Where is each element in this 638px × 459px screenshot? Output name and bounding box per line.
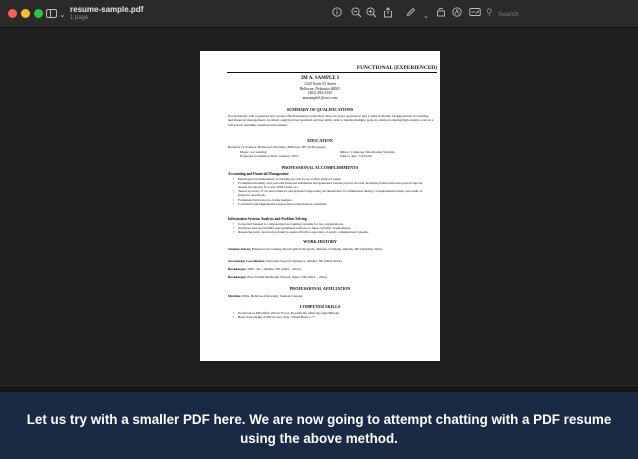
window-bottom-edge [0,385,638,392]
minimize-button[interactable] [21,9,30,18]
markup-icon[interactable] [452,7,462,21]
preview-window: ⌄ resume-sample.pdf 1 page ⌄ ⚲ Search FU… [0,0,638,392]
education-major: Major: Accounting [240,149,267,154]
caption-text: Let us try with a smaller PDF here. We a… [26,412,612,446]
search-icon: ⚲ [486,7,493,17]
info-icon[interactable] [332,7,342,21]
document-page-count: 1 page [70,15,89,21]
address-phone: (402) 292-2345 [308,91,332,95]
systems-list: Converted manual to computerized account… [233,222,430,235]
work-item: Bookkeeper, First United Methodist Churc… [228,275,328,279]
address-email: imasample1@xxx.com [302,95,338,100]
rotate-icon[interactable] [436,7,446,21]
chevron-down-icon[interactable]: ⌄ [59,8,66,22]
work-item: Student Intern, Financial Accounting Dev… [228,247,383,251]
work-history-heading: WORK HISTORY [303,239,337,244]
fullscreen-button[interactable] [34,9,43,18]
pen-icon[interactable] [406,7,416,21]
address-street: 1234 North 55 Street [304,82,336,86]
pen-options-chevron-icon[interactable]: ⌄ [423,9,429,23]
list-item: Researched and corrected problem to assu… [233,230,430,234]
search-field[interactable]: ⚲ [486,7,550,20]
accomplishments-sub-systems: Information Systems Analysis and Problem… [228,217,307,221]
search-input[interactable] [498,8,548,20]
zoom-in-icon[interactable] [366,7,377,22]
education-heading: EDUCATION [307,138,333,143]
share-icon[interactable] [383,7,393,22]
skills-list: Proficient in MS Office (Word, Excel, Po… [233,311,430,320]
zoom-out-icon[interactable] [351,7,362,22]
accomplishments-heading: PROFESSIONAL ACCOMPLISHMENTS [281,165,359,170]
pdf-page[interactable]: FUNCTIONAL (EXPERIENCED) IM A. SAMPLE I … [200,51,440,361]
resume-name: IM A. SAMPLE I [301,76,339,81]
education-graduation: Expected Graduation Date: January, 20xx [240,154,299,158]
resume-type-header: FUNCTIONAL (EXPERIENCED) [356,65,437,71]
form-icon[interactable] [469,7,481,21]
close-button[interactable] [8,9,17,18]
summary-heading: SUMMARY OF QUALIFICATIONS [286,107,354,112]
affiliation-heading: PROFESSIONAL AFFILIATION [289,286,351,291]
accomplishments-sub-accounting: Accounting and Financial Management [228,172,289,176]
list-item: Tested accuracy of account balances and … [233,189,430,197]
caption-banner: Let us try with a smaller PDF here. We a… [0,400,638,459]
title-bar: ⌄ resume-sample.pdf 1 page ⌄ ⚲ [0,0,638,28]
computer-skills-heading: COMPUTER SKILLS [299,304,341,309]
document-title: resume-sample.pdf [70,5,144,14]
sidebar-toggle-icon[interactable] [46,9,57,18]
list-item: Formulated monthly and year-end financia… [233,181,430,189]
education-degree: Bachelor of Science, Bellevue University… [228,145,326,149]
education-gpa: GPA to date: 3.93/4.00 [340,154,372,158]
work-item: Bookkeeper, SMC, Inc., Omaha, NE (20xx –… [228,267,301,271]
accounting-list: Developed and maintained accounting reco… [233,177,430,207]
header-divider [227,72,437,73]
address-city: Bellevue, Nebraska 68005 [299,86,341,91]
work-item: Accounting Coordinator, Nebraska Special… [228,259,342,263]
list-item: Basic Knowledge of MS Access, SQL, Visua… [233,315,430,319]
summary-text: Exceptionally well organized and resourc… [228,114,434,127]
affiliation-text: Member, IMA, Bellevue University Student… [228,294,303,298]
education-minor: Minor: Computer Information Systems [340,149,395,154]
list-item: Calculated and implemented depreciation/… [233,202,430,206]
